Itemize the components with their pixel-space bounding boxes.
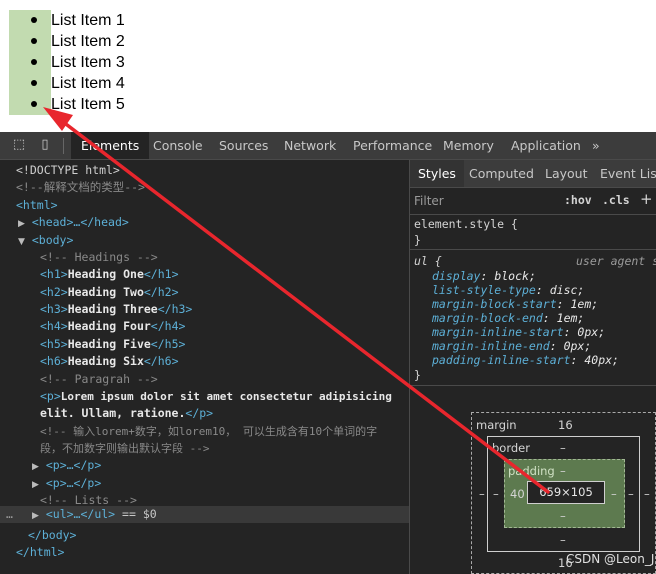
gutter-dots[interactable]: … [6,506,13,523]
class-toggle[interactable]: .cls [602,193,630,207]
style-declaration[interactable]: margin-inline-end: 0px; [432,339,591,353]
margin-top-value[interactable]: 16 [558,418,573,432]
tab-computed[interactable]: Computed [469,160,534,187]
ul-node-selected[interactable]: ▶ <ul>…</ul> == $0 [32,506,157,523]
doctype-node[interactable]: <!DOCTYPE html> [16,162,120,179]
expand-triangle-icon[interactable]: ▶ [32,480,39,490]
toolbar-separator [63,138,64,154]
tab-console[interactable]: Console [153,132,203,159]
box-model-content[interactable]: 659×105 [527,481,605,504]
p-node-continued[interactable]: elit. Ullam, ratione.</p> [40,405,213,422]
watermark: CSDN @Leon_J [566,552,655,566]
comment-node[interactable]: <!-- Paragrah --> [40,371,158,388]
h6-node[interactable]: <h6>Heading Six</h6> [40,353,179,370]
tab-network[interactable]: Network [284,132,336,159]
new-rule-button[interactable]: + [640,190,653,208]
h4-node[interactable]: <h4>Heading Four</h4> [40,318,185,335]
devtools-toolbar: ⬚ ▯ Elements Console Sources Network Per… [0,132,656,160]
head-node[interactable]: ▶ <head>…</head> [18,214,129,231]
list: List Item 1 List Item 2 List Item 3 List… [0,10,125,115]
comment-node[interactable]: <!-- 输入lorem+数字，如lorem10， 可以生成含有10个单词的字 [40,423,377,440]
style-declaration[interactable]: padding-inline-start: 40px; [432,353,619,367]
list-item: List Item 5 [0,94,125,115]
list-item: List Item 2 [0,31,125,52]
comment-node[interactable]: <!-- Headings --> [40,249,158,266]
hover-state-toggle[interactable]: :hov [564,193,592,207]
expand-triangle-icon[interactable]: ▶ [32,462,39,472]
tab-sources[interactable]: Sources [219,132,268,159]
elements-tree: <!DOCTYPE html> <!--解释文档的类型--> <html> ▶ … [0,160,409,574]
border-right-value[interactable]: – [628,487,634,501]
html-node[interactable]: <html> [16,197,58,214]
bullet-icon [31,38,37,44]
html-close-node[interactable]: </html> [16,544,64,561]
bullet-icon [31,80,37,86]
rule-divider [410,249,656,250]
element-style-rule[interactable]: element.style { [414,217,518,231]
margin-label: margin [476,418,517,432]
bullet-icon [31,17,37,23]
style-declaration[interactable]: list-style-type: disc; [432,283,584,297]
style-declaration[interactable]: display: block; [432,269,536,283]
style-declaration[interactable]: margin-block-end: 1em; [432,311,584,325]
device-toolbar-icon[interactable]: ▯ [37,137,53,153]
margin-left-value[interactable]: – [479,487,485,501]
list-item: List Item 3 [0,52,125,73]
border-label: border [492,441,530,455]
ul-rule-selector[interactable]: ul { [414,254,442,268]
tab-elements[interactable]: Elements [71,132,150,159]
rendered-page: List Item 1 List Item 2 List Item 3 List… [0,0,656,132]
tab-event-listeners[interactable]: Event Liste [600,160,656,187]
p-node-collapsed[interactable]: ▶ <p>…</p> [32,457,101,474]
padding-label: padding [508,464,555,478]
rule-close-brace: } [414,368,421,382]
body-close-node[interactable]: </body> [28,527,76,544]
rule-divider [410,385,656,386]
border-left-value[interactable]: – [493,487,499,501]
comment-node[interactable]: <!--解释文档的类型--> [16,179,145,196]
list-item: List Item 1 [0,10,125,31]
styles-tabs-bar: Styles Computed Layout Event Liste [410,160,656,188]
expand-triangle-icon[interactable]: ▶ [32,511,39,521]
expand-triangle-icon[interactable]: ▶ [18,219,25,229]
body-node[interactable]: ▼ <body> [18,232,73,249]
tab-performance[interactable]: Performance [353,132,432,159]
bullet-icon [31,59,37,65]
border-top-value[interactable]: – [560,441,566,455]
list-item: List Item 4 [0,73,125,94]
style-declaration[interactable]: margin-inline-start: 0px; [432,325,605,339]
user-agent-stylesheet-label: user agent s [576,254,656,268]
bullet-icon [31,101,37,107]
tab-layout[interactable]: Layout [545,160,588,187]
comment-node-continued[interactable]: 段，不加数字则输出默认字段 --> [40,440,210,457]
more-tabs-button[interactable]: » [592,132,600,159]
p-node-collapsed[interactable]: ▶ <p>…</p> [32,475,101,492]
border-bottom-value[interactable]: – [560,533,566,547]
tab-memory[interactable]: Memory [443,132,494,159]
h5-node[interactable]: <h5>Heading Five</h5> [40,336,185,353]
margin-right-value[interactable]: – [644,487,650,501]
h2-node[interactable]: <h2>Heading Two</h2> [40,284,179,301]
padding-bottom-value[interactable]: – [560,509,566,523]
padding-right-value[interactable]: – [611,487,617,501]
padding-top-value[interactable]: – [560,464,566,478]
padding-left-value[interactable]: 40 [510,487,525,501]
rule-close-brace: } [414,233,421,247]
styles-filter-input[interactable] [414,192,554,210]
tab-application[interactable]: Application [511,132,581,159]
style-declaration[interactable]: margin-block-start: 1em; [432,297,598,311]
h1-node[interactable]: <h1>Heading One</h1> [40,266,179,283]
collapse-triangle-icon[interactable]: ▼ [18,237,25,247]
styles-filter-row: :hov .cls + [410,188,656,215]
inspect-element-icon[interactable]: ⬚ [11,137,27,153]
p-node[interactable]: <p>Lorem ipsum dolor sit amet consectetu… [40,388,392,405]
h3-node[interactable]: <h3>Heading Three</h3> [40,301,192,318]
tab-styles[interactable]: Styles [410,160,464,187]
